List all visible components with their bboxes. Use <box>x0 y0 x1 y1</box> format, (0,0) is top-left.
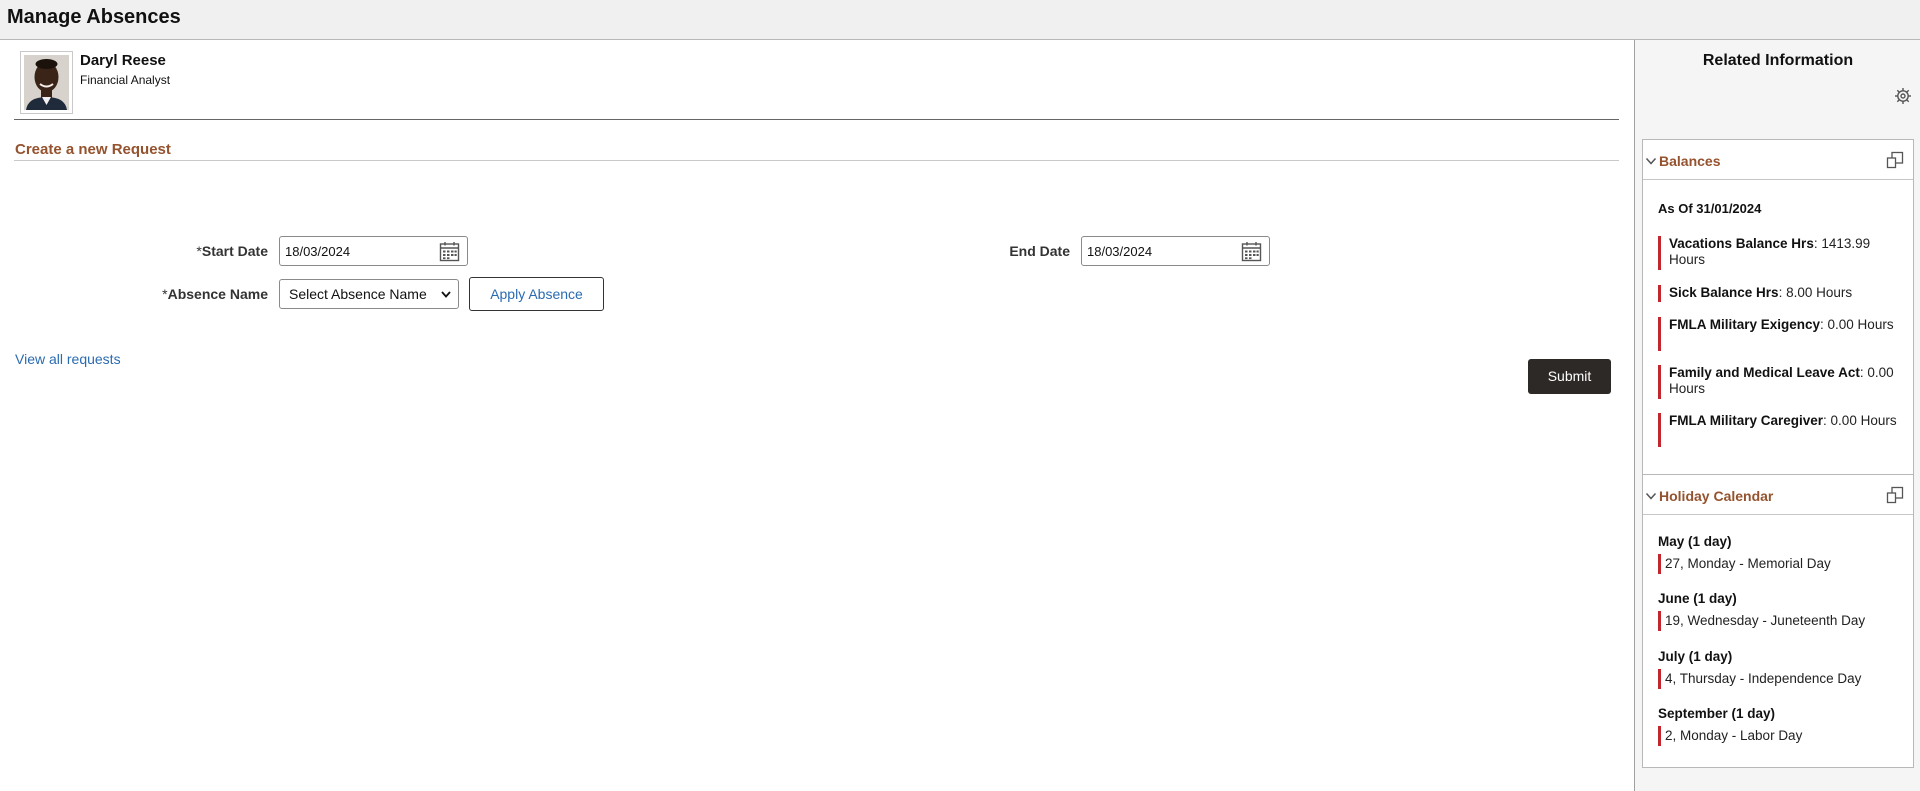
holiday-month: July (1 day) <box>1658 649 1733 664</box>
end-date-label: End Date <box>1009 243 1070 259</box>
balance-name: FMLA Military Exigency <box>1669 317 1821 332</box>
balance-name: FMLA Military Caregiver <box>1669 413 1824 428</box>
page-title: Manage Absences <box>7 6 181 28</box>
chevron-down-icon <box>441 291 451 298</box>
balance-item: FMLA Military Exigency: 0.00 Hours <box>1658 317 1908 351</box>
holiday-month: June (1 day) <box>1658 591 1737 606</box>
main-content: Daryl Reese Financial Analyst Create a n… <box>0 40 1634 791</box>
avatar <box>20 51 73 114</box>
balances-as-of: As Of 31/01/2024 <box>1658 201 1762 216</box>
popout-icon[interactable] <box>1886 151 1904 169</box>
submit-button[interactable]: Submit <box>1528 359 1611 394</box>
employee-photo <box>24 55 69 110</box>
calendar-icon[interactable] <box>439 241 460 262</box>
end-date-field[interactable]: 18/03/2024 <box>1081 236 1270 266</box>
start-date-field[interactable]: 18/03/2024 <box>279 236 468 266</box>
chevron-down-icon[interactable] <box>1645 491 1657 501</box>
absence-name-label: *Absence Name <box>140 286 268 302</box>
balance-item: Sick Balance Hrs: 8.00 Hours <box>1658 285 1908 302</box>
start-date-label: *Start Date <box>170 243 268 259</box>
balance-name: Sick Balance Hrs <box>1669 285 1779 300</box>
absence-name-value[interactable]: Select Absence Name <box>289 286 427 302</box>
divider <box>14 160 1619 161</box>
holiday-calendar-header[interactable]: Holiday Calendar <box>1643 475 1913 515</box>
employee-name: Daryl Reese <box>80 52 166 69</box>
balances-card-header[interactable]: Balances <box>1643 140 1913 180</box>
chevron-down-icon[interactable] <box>1645 156 1657 166</box>
divider <box>14 119 1619 120</box>
holiday-month: May (1 day) <box>1658 534 1732 549</box>
balance-item: FMLA Military Caregiver: 0.00 Hours <box>1658 413 1908 447</box>
balance-name: Vacations Balance Hrs <box>1669 236 1814 251</box>
end-date-value[interactable]: 18/03/2024 <box>1087 244 1152 259</box>
balance-value: : 8.00 Hours <box>1778 285 1853 300</box>
balance-value: : 0.00 Hours <box>1820 317 1894 332</box>
holiday-item: 27, Monday - Memorial Day <box>1658 554 1908 574</box>
balance-item: Family and Medical Leave Act: 0.00 Hours <box>1658 365 1908 399</box>
holiday-item: 19, Wednesday - Juneteenth Day <box>1658 611 1908 631</box>
balances-card: Balances As Of 31/01/2024 Vacations Bala… <box>1642 139 1914 500</box>
gear-icon[interactable] <box>1894 87 1912 105</box>
balance-value: : 0.00 Hours <box>1823 413 1897 428</box>
holiday-item: 4, Thursday - Independence Day <box>1658 669 1908 689</box>
balance-item: Vacations Balance Hrs: 1413.99 Hours <box>1658 236 1908 270</box>
holiday-item: 2, Monday - Labor Day <box>1658 726 1908 746</box>
employee-role: Financial Analyst <box>80 73 171 87</box>
calendar-icon[interactable] <box>1241 241 1262 262</box>
popout-icon[interactable] <box>1886 486 1904 504</box>
start-date-value[interactable]: 18/03/2024 <box>285 244 350 259</box>
balance-name: Family and Medical Leave Act <box>1669 365 1860 380</box>
absence-name-label-text: Absence Name <box>167 286 268 302</box>
related-information-panel: Related Information Balances As Of 31/01… <box>1634 40 1920 791</box>
start-date-label-text: Start Date <box>201 243 268 259</box>
apply-absence-button[interactable]: Apply Absence <box>469 277 604 311</box>
related-information-title: Related Information <box>1702 52 1854 69</box>
holiday-month: September (1 day) <box>1658 706 1776 721</box>
balances-title: Balances <box>1659 153 1721 169</box>
absence-name-select[interactable]: Select Absence Name <box>279 279 459 309</box>
view-all-requests-link[interactable]: View all requests <box>15 351 121 367</box>
section-title: Create a new Request <box>15 141 171 158</box>
holiday-calendar-card: Holiday Calendar May (1 day) 27, Monday … <box>1642 474 1914 768</box>
page-header: Manage Absences <box>0 0 1920 40</box>
holiday-calendar-title: Holiday Calendar <box>1659 488 1774 504</box>
